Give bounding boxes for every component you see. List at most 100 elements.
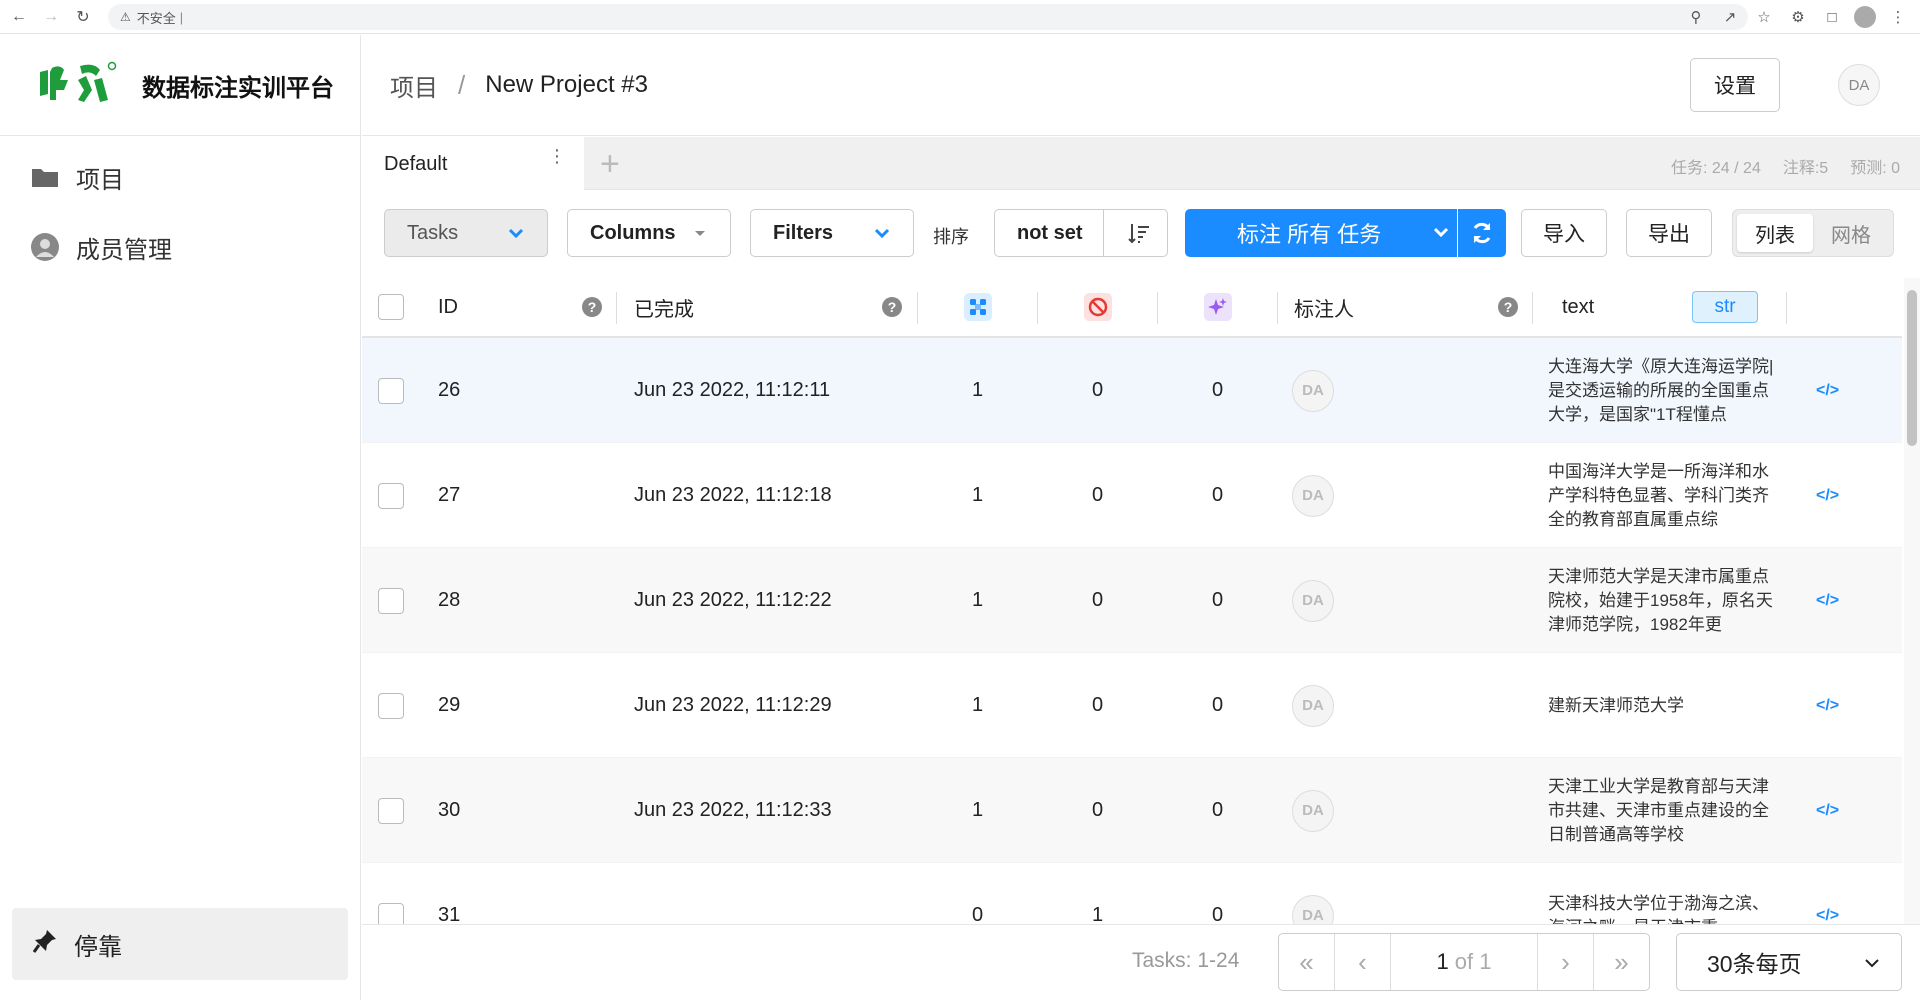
table-row[interactable]: 31 0 1 0 DA 天津科技大学位于渤海之滨、海河之畔，是天津市重 </> bbox=[362, 863, 1902, 924]
forward-icon[interactable]: → bbox=[38, 4, 64, 30]
warning-icon: ⚠ bbox=[120, 10, 131, 24]
label-all-tasks-button[interactable]: 标注 所有 任务 bbox=[1185, 209, 1457, 257]
extensions-icon[interactable]: ⚙ bbox=[1786, 5, 1810, 29]
profile-icon[interactable] bbox=[1854, 6, 1876, 28]
code-icon[interactable]: </> bbox=[1816, 487, 1839, 505]
column-divider bbox=[1157, 292, 1158, 324]
sidebar-item-projects[interactable]: 项目 bbox=[0, 142, 360, 212]
code-icon[interactable]: </> bbox=[1816, 592, 1839, 610]
next-page-icon[interactable]: › bbox=[1537, 934, 1593, 990]
refresh-icon bbox=[1473, 222, 1491, 244]
table-row[interactable]: 30 Jun 23 2022, 11:12:33 1 0 0 DA 天津工业大学… bbox=[362, 758, 1902, 863]
cell-total: 1 bbox=[972, 379, 984, 401]
cell-id: 27 bbox=[438, 484, 461, 506]
header-id[interactable]: ID bbox=[438, 278, 458, 336]
tasks-dropdown[interactable]: Tasks bbox=[384, 209, 548, 257]
sidebar-item-label: 成员管理 bbox=[76, 236, 172, 264]
sidepanel-icon[interactable]: □ bbox=[1820, 5, 1844, 29]
grid-view-button[interactable]: 网格 bbox=[1813, 214, 1889, 252]
zoom-icon[interactable]: ⚲ bbox=[1684, 5, 1708, 29]
reload-icon[interactable]: ↻ bbox=[70, 4, 96, 30]
code-icon[interactable]: </> bbox=[1816, 697, 1839, 715]
table-scrollbar[interactable] bbox=[1904, 278, 1920, 924]
header-annotator[interactable]: 标注人 bbox=[1294, 278, 1354, 336]
filters-dropdown[interactable]: Filters bbox=[750, 209, 914, 257]
table-row[interactable]: 26 Jun 23 2022, 11:12:11 1 0 0 DA 大连海大学《… bbox=[362, 338, 1902, 443]
cell-predictions: 0 bbox=[1212, 799, 1224, 821]
tab-menu-icon[interactable]: ⋮ bbox=[548, 147, 566, 165]
list-view-button[interactable]: 列表 bbox=[1737, 214, 1813, 252]
help-icon[interactable]: ? bbox=[582, 297, 602, 317]
page-total: of 1 bbox=[1454, 949, 1492, 974]
cell-total: 1 bbox=[972, 694, 984, 716]
code-icon[interactable]: </> bbox=[1816, 802, 1839, 820]
cell-id: 28 bbox=[438, 589, 461, 611]
code-icon[interactable]: </> bbox=[1816, 907, 1839, 925]
total-annotations-icon[interactable] bbox=[964, 293, 992, 321]
browser-toolbar: ← → ↻ ⚠ 不安全 | ⚲ ↗ ☆ ⚙ □ ⋮ bbox=[0, 0, 1920, 34]
last-page-icon[interactable]: » bbox=[1593, 934, 1649, 990]
select-all-cell bbox=[378, 278, 404, 336]
chevron-down-icon[interactable] bbox=[1431, 221, 1451, 243]
header-completed[interactable]: 已完成 bbox=[634, 278, 694, 336]
row-checkbox[interactable] bbox=[378, 587, 404, 614]
text-type-badge: str bbox=[1692, 291, 1758, 323]
help-icon[interactable]: ? bbox=[1498, 297, 1518, 317]
row-checkbox[interactable] bbox=[378, 482, 404, 509]
caret-down-icon bbox=[695, 231, 705, 236]
scrollbar-thumb[interactable] bbox=[1907, 290, 1917, 446]
table-row[interactable]: 28 Jun 23 2022, 11:12:22 1 0 0 DA 天津师范大学… bbox=[362, 548, 1902, 653]
cell-id: 29 bbox=[438, 694, 461, 716]
back-icon[interactable]: ← bbox=[6, 4, 32, 30]
tab-label: Default bbox=[384, 152, 448, 175]
row-checkbox[interactable] bbox=[378, 797, 404, 824]
column-divider bbox=[1786, 292, 1787, 324]
menu-kebab-icon[interactable]: ⋮ bbox=[1886, 5, 1910, 29]
predictions-icon[interactable] bbox=[1204, 293, 1232, 321]
pin-icon bbox=[32, 928, 58, 961]
row-checkbox[interactable] bbox=[378, 692, 404, 719]
cell-total: 1 bbox=[972, 484, 984, 506]
cell-id: 26 bbox=[438, 379, 461, 401]
sort-divider bbox=[1103, 210, 1104, 256]
annotator-avatar: DA bbox=[1292, 579, 1334, 622]
brand-logo bbox=[34, 60, 118, 110]
cell-total: 0 bbox=[972, 904, 984, 924]
settings-button[interactable]: 设置 bbox=[1690, 58, 1780, 112]
sort-select[interactable]: not set bbox=[994, 209, 1168, 257]
cell-text: 中国海洋大学是一所海洋和水产学科特色显著、学科门类齐全的教育部直属重点综 bbox=[1548, 461, 1769, 529]
export-button[interactable]: 导出 bbox=[1626, 209, 1712, 257]
code-icon[interactable]: </> bbox=[1816, 382, 1839, 400]
row-checkbox[interactable] bbox=[378, 377, 404, 404]
cell-predictions: 0 bbox=[1212, 484, 1224, 506]
avatar[interactable]: DA bbox=[1838, 64, 1880, 106]
help-icon[interactable]: ? bbox=[882, 297, 902, 317]
columns-dropdown[interactable]: Columns bbox=[567, 209, 731, 257]
page-indicator[interactable]: 1 of 1 bbox=[1391, 934, 1537, 990]
sidebar-item-members[interactable]: 成员管理 bbox=[0, 212, 360, 282]
table-row[interactable]: 29 Jun 23 2022, 11:12:29 1 0 0 DA 建新天津师范… bbox=[362, 653, 1902, 758]
cell-text: 天津师范大学是天津市属重点院校，始建于1958年，原名天津师范学院，1982年更 bbox=[1548, 566, 1773, 634]
breadcrumb-separator: / bbox=[458, 69, 466, 100]
star-icon[interactable]: ☆ bbox=[1752, 5, 1776, 29]
table-row[interactable]: 27 Jun 23 2022, 11:12:18 1 0 0 DA 中国海洋大学… bbox=[362, 443, 1902, 548]
cancelled-annotations-icon[interactable] bbox=[1084, 293, 1112, 321]
breadcrumb-projects[interactable]: 项目 bbox=[390, 68, 438, 103]
table-footer: Tasks: 1-24 « ‹ 1 of 1 › » 30条每页 bbox=[362, 924, 1920, 1000]
first-page-icon[interactable]: « bbox=[1279, 934, 1335, 990]
refresh-button[interactable] bbox=[1458, 209, 1506, 257]
sort-order-icon[interactable] bbox=[1127, 221, 1151, 245]
row-checkbox[interactable] bbox=[378, 902, 404, 924]
share-icon[interactable]: ↗ bbox=[1718, 5, 1742, 29]
header-text[interactable]: text bbox=[1562, 278, 1594, 336]
address-bar[interactable]: ⚠ 不安全 | bbox=[108, 4, 1748, 30]
select-all-checkbox[interactable] bbox=[378, 294, 404, 320]
import-button[interactable]: 导入 bbox=[1521, 209, 1607, 257]
tab-default[interactable]: Default ⋮ bbox=[362, 137, 584, 191]
tasks-range: Tasks: 1-24 bbox=[1132, 949, 1240, 972]
add-tab-icon[interactable]: + bbox=[600, 145, 620, 184]
dock-button[interactable]: 停靠 bbox=[12, 908, 348, 980]
user-icon bbox=[30, 232, 60, 262]
page-size-select[interactable]: 30条每页 bbox=[1676, 933, 1902, 991]
prev-page-icon[interactable]: ‹ bbox=[1335, 934, 1391, 990]
